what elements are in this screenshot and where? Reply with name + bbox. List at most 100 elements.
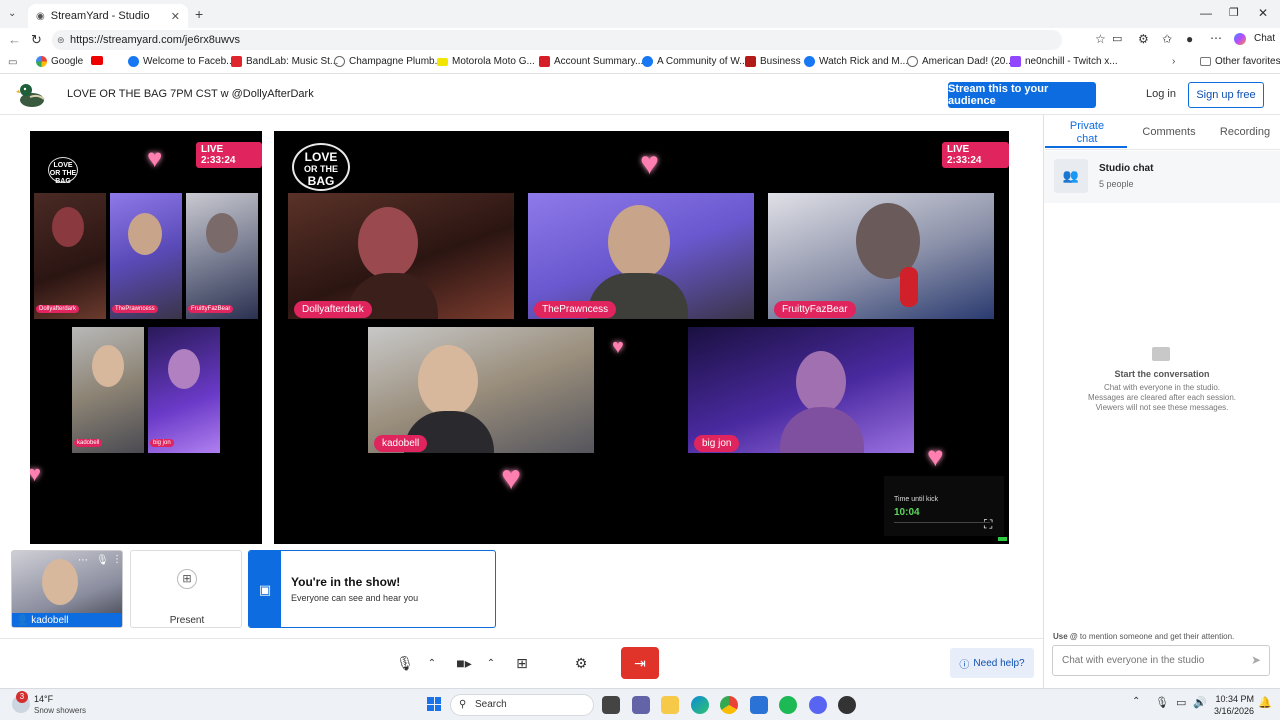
bookmark-american-dad[interactable]: American Dad! (20... — [907, 56, 1014, 67]
back-icon[interactable]: ← — [8, 32, 21, 47]
motorola-icon — [437, 57, 448, 66]
studio-chat-title: Studio chat — [1099, 163, 1154, 174]
present-button[interactable]: ⊞ Present — [130, 550, 242, 628]
tray-chevron-icon[interactable]: ⌃ — [1132, 696, 1140, 707]
tray-mic-icon[interactable]: 🎙 — [1155, 696, 1169, 709]
broadcast-title[interactable]: LOVE OR THE BAG 7PM CST w @DollyAfterDar… — [67, 88, 314, 100]
network-icon[interactable]: ▭ — [1176, 696, 1186, 709]
app-icon[interactable] — [838, 696, 856, 714]
tile-more-icon[interactable]: ⋯ — [78, 555, 88, 566]
exit-icon: ⇥ — [634, 654, 646, 671]
volume-icon[interactable]: 🔊 — [1193, 696, 1207, 709]
tile-menu-icon[interactable]: ⋮ — [112, 554, 122, 565]
close-tab-icon[interactable]: ✕ — [171, 10, 180, 23]
minimize-icon[interactable]: — — [1200, 6, 1212, 20]
site-info-icon[interactable]: ⊜ — [57, 30, 65, 50]
heart-icon: ♥ — [147, 143, 163, 173]
bookmark-facebook[interactable]: Welcome to Faceb... — [128, 56, 235, 67]
bookmark-rick[interactable]: Watch Rick and M... — [804, 56, 908, 67]
spotify-icon[interactable] — [779, 696, 797, 714]
live-badge: LIVE 2:33:24 — [196, 142, 262, 168]
silhouette — [796, 351, 846, 413]
participant-name-tag: FruittyFazBear — [188, 305, 234, 313]
stream-to-audience-button[interactable]: Stream this to your audience — [948, 82, 1096, 108]
camera-big-jon: big jon — [688, 327, 914, 453]
preview-stage: LOVE OR THE BAG ♥ LIVE 2:33:24 Dollyafte… — [30, 131, 262, 544]
fullscreen-icon[interactable]: ⛶ — [984, 517, 992, 532]
refresh-icon[interactable]: ↻ — [31, 32, 42, 48]
bookmark-youtube[interactable] — [91, 56, 103, 65]
chat-input[interactable] — [1053, 646, 1243, 675]
discord-icon[interactable] — [809, 696, 827, 714]
globe-icon — [907, 56, 918, 67]
favorites-icon[interactable]: ✩ — [1162, 32, 1172, 46]
more-bookmarks-chevron-icon[interactable]: › — [1172, 56, 1175, 67]
extensions-icon[interactable]: ⚙ — [1138, 32, 1149, 46]
other-favorites[interactable]: Other favorites — [1200, 56, 1280, 67]
tab-private-chat[interactable]: Private chat — [1062, 120, 1112, 146]
more-menu-icon[interactable]: ⋯ — [1210, 31, 1222, 45]
windows-start-icon[interactable] — [427, 697, 441, 711]
camera-options-button[interactable]: ⌃ — [483, 647, 499, 679]
heart-icon: ♥ — [612, 336, 624, 358]
bookmark-motorola[interactable]: Motorola Moto G... — [437, 56, 535, 67]
send-icon[interactable]: ➤ — [1251, 653, 1261, 667]
store-icon[interactable] — [750, 696, 768, 714]
chat-label[interactable]: Chat — [1254, 33, 1275, 44]
url-field[interactable]: ⊜ https://streamyard.com/je6rx8uwvs — [52, 30, 1062, 50]
copilot-icon[interactable] — [1234, 33, 1246, 45]
empty-line: Messages are cleared after each session. — [1087, 393, 1237, 402]
bookmark-twitch[interactable]: ne0nchill - Twitch x... — [1010, 56, 1118, 67]
bookmark-label: Other favorites — [1215, 56, 1280, 67]
bookmark-community[interactable]: A Community of W... — [642, 56, 748, 67]
reading-list-icon[interactable]: ▭ — [8, 57, 17, 68]
restore-icon[interactable]: ❐ — [1229, 6, 1239, 19]
mic-options-button[interactable]: ⌃ — [424, 647, 440, 679]
tab-title: StreamYard - Studio — [50, 10, 150, 22]
camera-dollyafterdark: Dollyafterdark — [288, 193, 514, 319]
clock-time[interactable]: 10:34 PM — [1212, 694, 1254, 704]
teams-icon[interactable] — [632, 696, 650, 714]
share-screen-icon: ⊞ — [516, 654, 528, 671]
gear-icon: ⚙ — [574, 654, 588, 671]
favorite-star-icon[interactable]: ☆ — [1095, 32, 1106, 46]
login-link[interactable]: Log in — [1146, 88, 1176, 100]
bookmark-champagne[interactable]: Champagne Plumb... — [334, 56, 443, 67]
tab-list-chevron-icon[interactable]: ⌄ — [8, 8, 16, 19]
edge-icon[interactable] — [691, 696, 709, 714]
tab-comments[interactable]: Comments — [1142, 126, 1196, 138]
studio-chat-item[interactable]: 👥 Studio chat 5 people — [1044, 151, 1280, 203]
chat-input-box[interactable]: ➤ — [1052, 645, 1270, 676]
bookmark-google[interactable]: Google — [36, 56, 83, 67]
url-text: https://streamyard.com/je6rx8uwvs — [70, 34, 240, 46]
file-explorer-icon[interactable] — [661, 696, 679, 714]
new-tab-icon[interactable]: + — [195, 6, 203, 22]
share-screen-button[interactable]: ⊞ — [505, 647, 539, 679]
camera-button[interactable]: ■▸ — [447, 647, 481, 679]
leave-studio-button[interactable]: ⇥ — [621, 647, 659, 679]
task-view-icon[interactable] — [602, 696, 620, 714]
clock-date[interactable]: 3/16/2026 — [1208, 706, 1254, 716]
silhouette — [608, 205, 670, 279]
mute-button[interactable]: 🎙 — [388, 647, 422, 679]
bookmark-account[interactable]: Account Summary... — [539, 56, 643, 67]
settings-button[interactable]: ⚙ — [564, 647, 598, 679]
tile-mic-icon[interactable]: 🎙 — [96, 555, 109, 566]
bookmark-bandlab[interactable]: BandLab: Music St... — [231, 56, 338, 67]
participant-name-tag: FruittyFazBear — [774, 301, 856, 318]
profile-icon[interactable]: ● — [1186, 32, 1193, 46]
taskbar-search[interactable]: ⚲ Search — [450, 694, 594, 716]
need-help-button[interactable]: ⓘ Need help? — [950, 648, 1034, 678]
banner-subtitle: Everyone can see and hear you — [291, 593, 419, 603]
self-camera-tile[interactable]: ⋯ 🎙 ⋮ 👤 kadobell — [11, 550, 123, 628]
browser-tab[interactable]: ◉ StreamYard - Studio ✕ — [28, 4, 188, 28]
participant-name-tag: ThePrawncess — [112, 305, 158, 313]
tab-recording[interactable]: Recording — [1218, 126, 1272, 138]
chrome-icon[interactable] — [720, 696, 738, 714]
notifications-bell-icon[interactable]: 🔔 — [1258, 696, 1272, 709]
video-icon[interactable]: ▭ — [1112, 32, 1122, 45]
help-icon: ⓘ — [959, 659, 970, 671]
bookmark-business[interactable]: Business — [745, 56, 801, 67]
signup-button[interactable]: Sign up free — [1188, 82, 1264, 108]
close-window-icon[interactable]: ✕ — [1258, 6, 1268, 20]
